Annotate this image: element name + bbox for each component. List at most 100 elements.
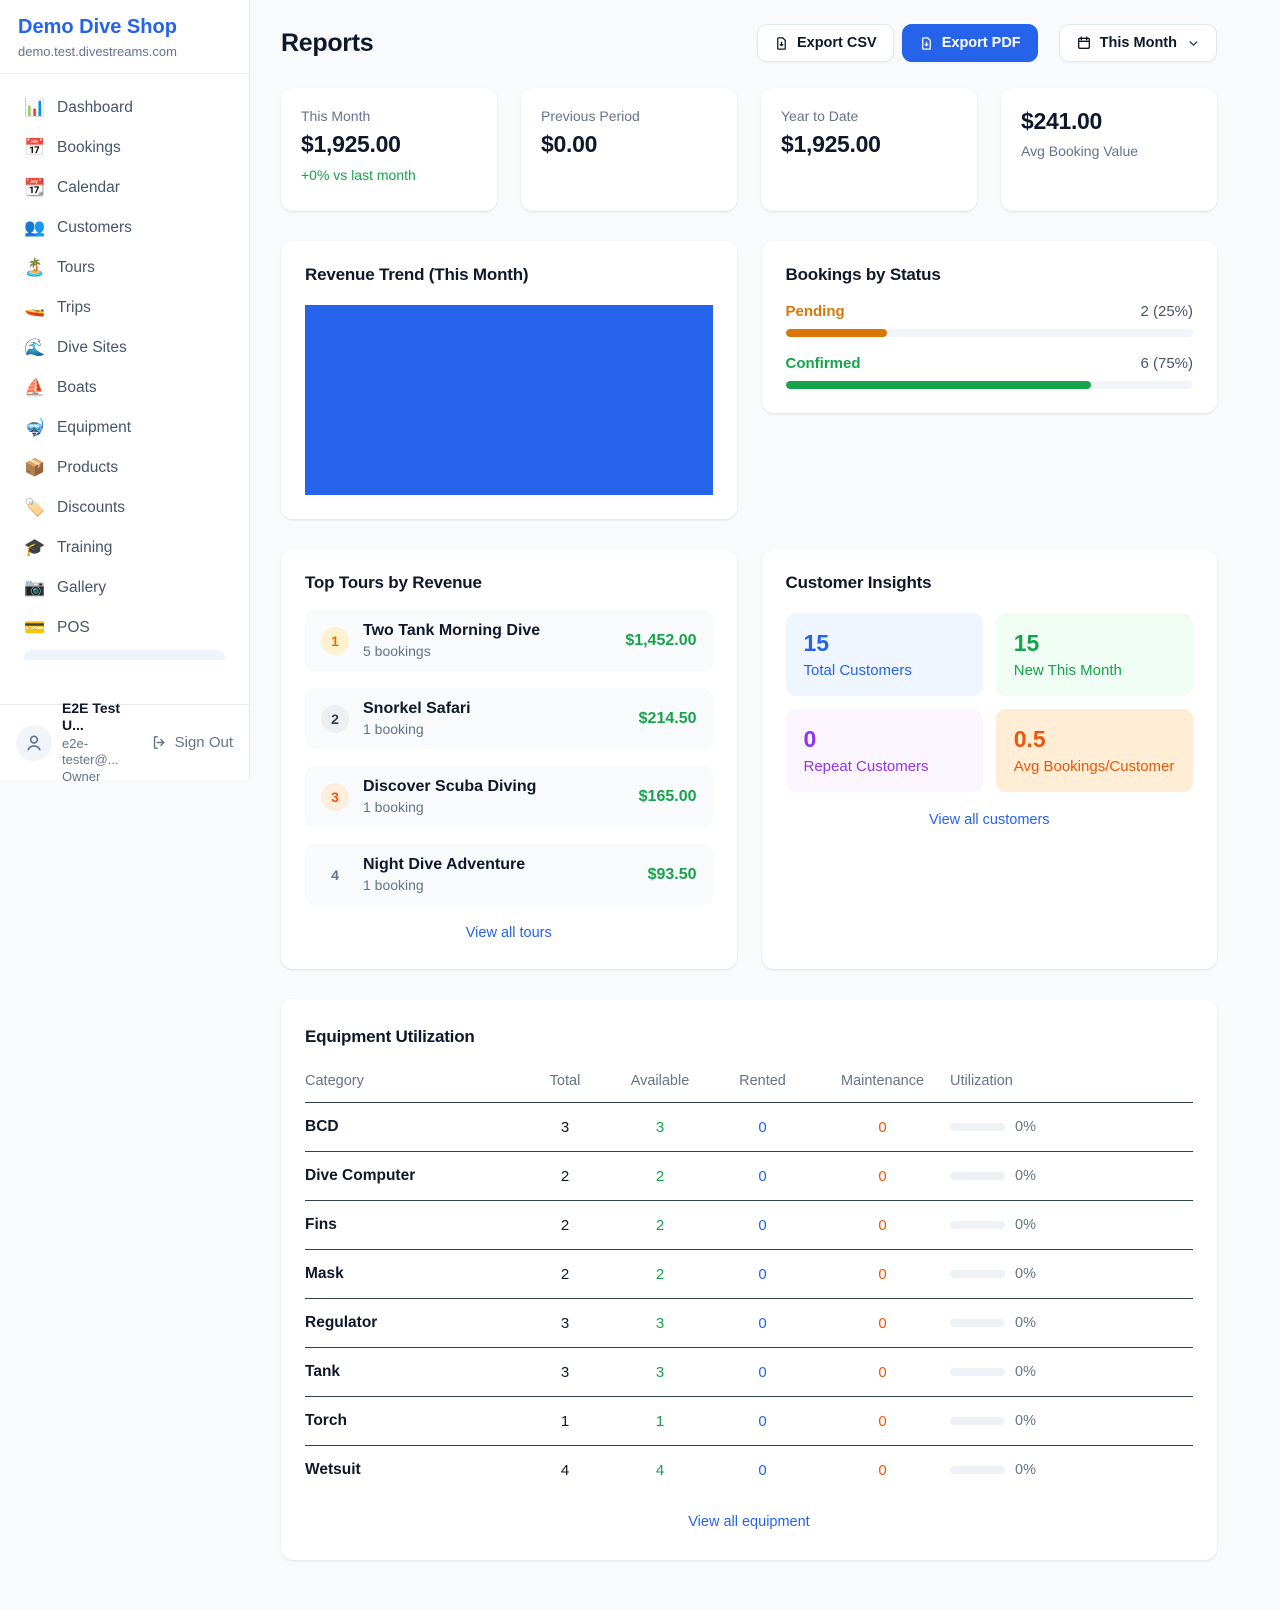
stat-card-previous-period: Previous Period $0.00 bbox=[521, 88, 737, 211]
graduation-cap-icon: 🎓 bbox=[24, 538, 44, 558]
cell-category: BCD bbox=[305, 1103, 520, 1152]
customer-insights-title: Customer Insights bbox=[786, 573, 1194, 593]
insight-tile-repeat-customers: 0 Repeat Customers bbox=[786, 709, 983, 792]
user-panel: E2E Test U... e2e-tester@... Owner Sign … bbox=[0, 704, 249, 780]
tour-bookings: 1 booking bbox=[363, 799, 536, 815]
user-name: E2E Test U... bbox=[62, 700, 141, 735]
credit-card-icon: 💳 bbox=[24, 618, 44, 638]
tour-bookings: 1 booking bbox=[363, 877, 525, 893]
user-email: e2e-tester@... bbox=[62, 736, 141, 769]
status-label: Confirmed bbox=[786, 355, 861, 372]
utilization-bar bbox=[950, 1270, 1005, 1278]
sidebar-item-dashboard[interactable]: 📊 Dashboard bbox=[12, 88, 237, 128]
insights-row: Top Tours by Revenue 1 Two Tank Morning … bbox=[281, 549, 1217, 969]
sidebar-item-boats[interactable]: ⛵ Boats bbox=[12, 368, 237, 408]
sidebar-item-training[interactable]: 🎓 Training bbox=[12, 528, 237, 568]
tour-name: Snorkel Safari bbox=[363, 700, 471, 718]
cell-category: Mask bbox=[305, 1250, 520, 1299]
tile-label: New This Month bbox=[1014, 662, 1175, 679]
rank-badge: 2 bbox=[321, 705, 349, 733]
charts-row: Revenue Trend (This Month) Bookings by S… bbox=[281, 241, 1217, 519]
status-row-pending: Pending 2 (25%) bbox=[786, 303, 1194, 337]
column-header-maintenance: Maintenance bbox=[815, 1061, 950, 1103]
sign-out-icon bbox=[151, 734, 168, 751]
cell-rented: 0 bbox=[710, 1103, 815, 1152]
table-row: Regulator 3 3 0 0 0% bbox=[305, 1299, 1193, 1348]
cell-total: 2 bbox=[520, 1152, 610, 1201]
user-icon bbox=[24, 733, 44, 753]
cell-utilization: 0% bbox=[950, 1446, 1193, 1495]
sidebar-item-gallery[interactable]: 📷 Gallery bbox=[12, 568, 237, 608]
customers-icon: 👥 bbox=[24, 218, 44, 238]
sidebar-item-dive-sites[interactable]: 🌊 Dive Sites bbox=[12, 328, 237, 368]
stat-delta: +0% vs last month bbox=[301, 167, 477, 183]
sidebar-item-bookings[interactable]: 📅 Bookings bbox=[12, 128, 237, 168]
utilization-bar bbox=[950, 1221, 1005, 1229]
sidebar-item-reports-partial[interactable] bbox=[24, 650, 225, 660]
table-row: Fins 2 2 0 0 0% bbox=[305, 1201, 1193, 1250]
tour-name: Night Dive Adventure bbox=[363, 856, 525, 874]
sidebar-item-calendar[interactable]: 📆 Calendar bbox=[12, 168, 237, 208]
cell-total: 3 bbox=[520, 1299, 610, 1348]
calendar-outline-icon bbox=[1076, 35, 1092, 51]
sidebar-item-label: Tours bbox=[57, 259, 95, 277]
cell-maintenance: 0 bbox=[815, 1250, 950, 1299]
cell-utilization: 0% bbox=[950, 1348, 1193, 1397]
sidebar-item-customers[interactable]: 👥 Customers bbox=[12, 208, 237, 248]
cell-category: Dive Computer bbox=[305, 1152, 520, 1201]
tile-label: Repeat Customers bbox=[804, 758, 965, 775]
brand-domain: demo.test.divestreams.com bbox=[18, 44, 231, 59]
sidebar-item-trips[interactable]: 🚤 Trips bbox=[12, 288, 237, 328]
period-dropdown[interactable]: This Month bbox=[1059, 24, 1217, 62]
cell-available: 3 bbox=[610, 1299, 710, 1348]
cell-maintenance: 0 bbox=[815, 1152, 950, 1201]
revenue-trend-chart bbox=[305, 305, 713, 495]
main-content: Reports Export CSV Export PDF bbox=[250, 0, 1280, 1560]
file-download-icon bbox=[919, 36, 934, 51]
sidebar-item-equipment[interactable]: 🤿 Equipment bbox=[12, 408, 237, 448]
cell-available: 2 bbox=[610, 1152, 710, 1201]
export-pdf-button[interactable]: Export PDF bbox=[902, 24, 1038, 62]
stat-label: Year to Date bbox=[781, 108, 957, 124]
sidebar-item-pos[interactable]: 💳 POS bbox=[12, 608, 237, 648]
status-bar-fill bbox=[786, 381, 1092, 389]
sidebar-item-label: Trips bbox=[57, 299, 91, 317]
view-all-tours-link[interactable]: View all tours bbox=[305, 925, 713, 941]
avatar bbox=[16, 725, 52, 761]
view-all-customers-link[interactable]: View all customers bbox=[786, 812, 1194, 828]
export-csv-label: Export CSV bbox=[797, 35, 877, 51]
sidebar-item-products[interactable]: 📦 Products bbox=[12, 448, 237, 488]
sidebar-item-discounts[interactable]: 🏷️ Discounts bbox=[12, 488, 237, 528]
table-row: Mask 2 2 0 0 0% bbox=[305, 1250, 1193, 1299]
sidebar-item-tours[interactable]: 🏝️ Tours bbox=[12, 248, 237, 288]
cell-utilization: 0% bbox=[950, 1299, 1193, 1348]
utilization-percent: 0% bbox=[1015, 1364, 1036, 1380]
cell-utilization: 0% bbox=[950, 1201, 1193, 1250]
tour-row: 2 Snorkel Safari 1 booking $214.50 bbox=[305, 688, 713, 749]
cell-category: Wetsuit bbox=[305, 1446, 520, 1495]
status-bar-fill bbox=[786, 329, 888, 337]
brand-title: Demo Dive Shop bbox=[18, 16, 231, 39]
cell-rented: 0 bbox=[710, 1201, 815, 1250]
cell-utilization: 0% bbox=[950, 1250, 1193, 1299]
tour-row: 4 Night Dive Adventure 1 booking $93.50 bbox=[305, 844, 713, 905]
status-bar-track bbox=[786, 381, 1194, 389]
cell-available: 3 bbox=[610, 1348, 710, 1397]
stat-value: $1,925.00 bbox=[781, 131, 957, 158]
sidebar-item-label: Dive Sites bbox=[57, 339, 127, 357]
stat-value: $1,925.00 bbox=[301, 131, 477, 158]
chevron-down-icon bbox=[1187, 37, 1200, 50]
stat-card-this-month: This Month $1,925.00 +0% vs last month bbox=[281, 88, 497, 211]
stat-card-avg-booking-value: $241.00 Avg Booking Value bbox=[1001, 88, 1217, 211]
cell-rented: 0 bbox=[710, 1348, 815, 1397]
tile-value: 0 bbox=[804, 726, 965, 753]
sidebar-item-label: Discounts bbox=[57, 499, 125, 517]
table-row: BCD 3 3 0 0 0% bbox=[305, 1103, 1193, 1152]
view-all-equipment-link[interactable]: View all equipment bbox=[305, 1514, 1193, 1530]
cell-total: 2 bbox=[520, 1201, 610, 1250]
cell-maintenance: 0 bbox=[815, 1201, 950, 1250]
export-csv-button[interactable]: Export CSV bbox=[757, 24, 894, 62]
utilization-bar bbox=[950, 1172, 1005, 1180]
tile-label: Avg Bookings/Customer bbox=[1014, 758, 1175, 775]
sign-out-button[interactable]: Sign Out bbox=[151, 734, 233, 751]
